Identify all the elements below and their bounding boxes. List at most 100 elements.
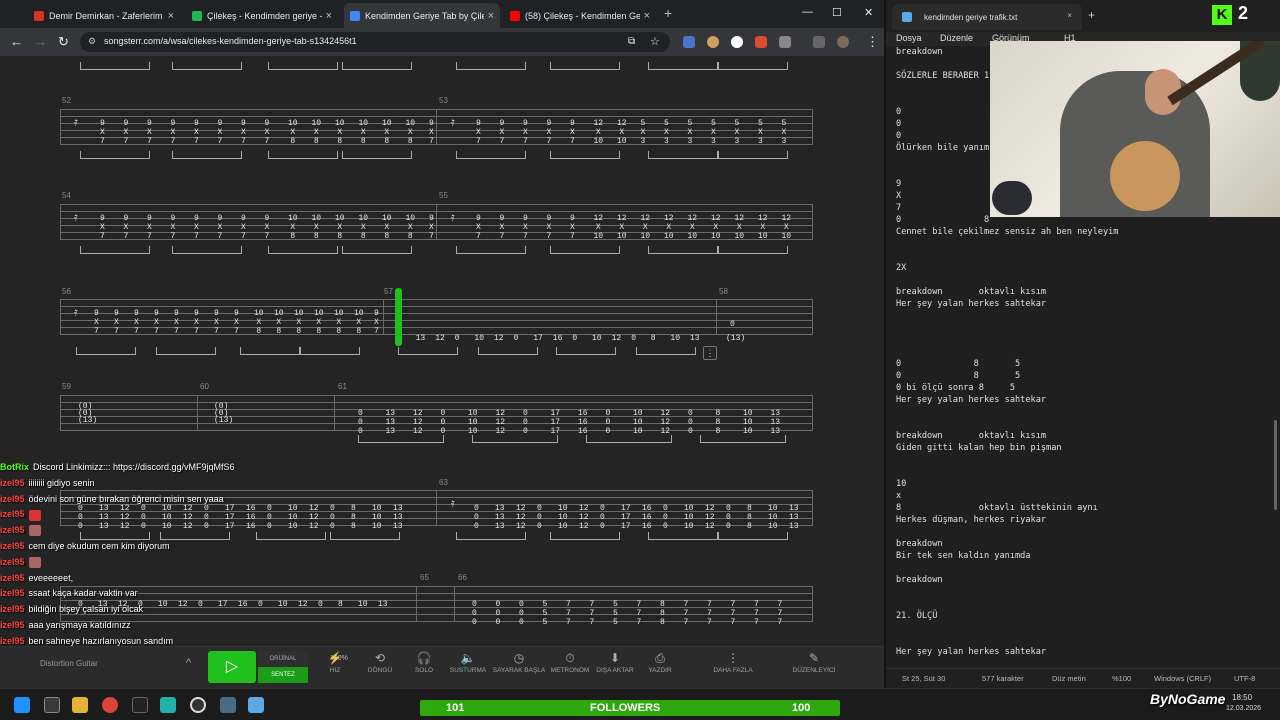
chord-column[interactable]: 777 xyxy=(754,600,759,627)
chord-column[interactable]: 9X7 xyxy=(547,119,552,146)
chord-column[interactable]: 000 xyxy=(519,600,524,627)
zoom-level[interactable]: %100 xyxy=(1112,674,1131,683)
chord-column[interactable]: 9X7 xyxy=(154,309,159,336)
chat-username[interactable]: izel95 xyxy=(0,541,25,551)
chord-column[interactable]: 888 xyxy=(660,600,665,627)
profile-avatar[interactable] xyxy=(837,36,849,48)
instrument-selector[interactable]: Distortion Guitar xyxy=(40,659,98,668)
chord-column[interactable]: 12 X 10 xyxy=(641,214,651,241)
chord-column[interactable]: 9X7 xyxy=(476,119,481,146)
chord-column[interactable]: 10 X 8 xyxy=(314,309,324,336)
chord-column[interactable]: 9X7 xyxy=(570,119,575,146)
chord-column[interactable]: 9X7 xyxy=(174,309,179,336)
synth-option[interactable]: SENTEZ xyxy=(258,667,308,683)
chord-column[interactable]: 12 X 10 xyxy=(758,214,768,241)
chord-column[interactable]: 9X7 xyxy=(147,119,152,146)
chord-column[interactable]: 777 xyxy=(566,600,571,627)
chord-column[interactable]: 8 xyxy=(651,334,656,343)
chord-column[interactable]: 9X7 xyxy=(94,309,99,336)
play-button[interactable]: ▷ xyxy=(208,651,256,683)
chord-column[interactable]: 10 10 10 xyxy=(372,504,382,531)
chord-column[interactable]: 12 X 10 xyxy=(594,119,604,146)
chord-column[interactable]: 9X7 xyxy=(171,119,176,146)
chord-column[interactable]: 000 xyxy=(726,504,731,531)
chord-column[interactable]: 000 xyxy=(358,409,363,436)
chord-column[interactable]: 12 xyxy=(494,334,504,343)
chord-column[interactable]: 9X7 xyxy=(194,119,199,146)
chord-column[interactable]: 777 xyxy=(590,600,595,627)
chord-column[interactable]: 12 X 10 xyxy=(711,214,721,241)
chord-column[interactable]: 9X7 xyxy=(100,119,105,146)
chat-username[interactable]: izel95 xyxy=(0,478,25,488)
browser-tab-3[interactable]: Kendimden Geriye Tab by Çilek × xyxy=(344,3,500,28)
chord-column[interactable]: 10 X 8 xyxy=(359,119,369,146)
chevron-up-icon[interactable]: ^ xyxy=(186,657,191,669)
extension-cookie-icon[interactable] xyxy=(707,36,719,48)
chord-column[interactable]: 13 xyxy=(690,334,700,343)
chord-column[interactable]: 12 12 12 xyxy=(413,409,423,436)
chord-column[interactable]: 5X3 xyxy=(688,119,693,146)
chord-column[interactable]: 12 X 10 xyxy=(594,214,604,241)
chord-column[interactable]: 10 10 10 xyxy=(743,409,753,436)
chord-column[interactable]: 5X3 xyxy=(664,119,669,146)
chord-column[interactable]: 9X7 xyxy=(100,214,105,241)
browser-tab-1[interactable]: Demir Demirkan - Zaferlerim - × xyxy=(28,3,180,28)
browser-tab-4[interactable]: (58) Çilekeş - Kendimden Geriy × xyxy=(504,3,656,28)
file-explorer-icon[interactable] xyxy=(72,697,88,713)
tool-editor-button[interactable]: ✎ DÜZENLEYİCİ xyxy=(784,651,844,674)
chord-column[interactable]: 10 X 8 xyxy=(406,119,416,146)
chord-column[interactable]: 000 xyxy=(441,409,446,436)
chord-column[interactable]: 16 xyxy=(553,334,563,343)
chord-column[interactable]: 9X7 xyxy=(429,119,434,146)
chord-column[interactable]: 777 xyxy=(778,600,783,627)
chord-column[interactable]: 12 X 10 xyxy=(617,119,627,146)
media-control-icon[interactable] xyxy=(813,36,825,48)
chord-column[interactable]: 10 X 8 xyxy=(294,309,304,336)
chord-column[interactable]: 9X7 xyxy=(124,119,129,146)
app-icon[interactable] xyxy=(160,697,176,713)
chord-column[interactable]: (13) xyxy=(78,416,97,425)
chord-column[interactable]: 13 xyxy=(416,334,426,343)
browser-tab-2[interactable]: Çilekeş - Kendimden geriye - A × xyxy=(186,3,338,28)
chord-column[interactable]: 10 X 8 xyxy=(335,214,345,241)
chord-column[interactable]: 10 xyxy=(592,334,602,343)
chord-column[interactable]: 12 12 12 xyxy=(309,504,319,531)
chord-column[interactable]: 10 10 10 xyxy=(633,409,643,436)
chord-column[interactable]: 000 xyxy=(496,600,501,627)
audio-source-toggle[interactable]: ORİJİNAL SENTEZ xyxy=(258,651,308,683)
chord-column[interactable]: 10 xyxy=(670,334,680,343)
chord-column[interactable]: 13 13 13 xyxy=(771,409,781,436)
chord-column[interactable]: 17 17 17 xyxy=(621,504,631,531)
notepad-tab[interactable]: kendimden geriye trafik.txt × xyxy=(892,4,1082,30)
chat-username[interactable]: izel95 xyxy=(0,494,25,504)
chord-column[interactable]: 9X7 xyxy=(218,214,223,241)
chord-column[interactable]: 9X7 xyxy=(374,309,379,336)
reload-icon[interactable]: ↻ xyxy=(58,34,69,50)
close-tab-icon[interactable]: × xyxy=(1067,11,1072,20)
chord-column[interactable]: 777 xyxy=(637,600,642,627)
chord-column[interactable]: 9X7 xyxy=(570,214,575,241)
chord-column[interactable]: 9X7 xyxy=(171,214,176,241)
chord-column[interactable]: 12 X 10 xyxy=(735,214,745,241)
tool-more-button[interactable]: ⋮ DAHA FAZLA xyxy=(703,651,763,674)
chat-username[interactable]: izel95 xyxy=(0,604,25,614)
chord-column[interactable]: 13 13 13 xyxy=(386,409,396,436)
chord-column[interactable]: 10 X 8 xyxy=(406,214,416,241)
chord-column[interactable]: 10 X 8 xyxy=(382,119,392,146)
chord-column[interactable]: 000 xyxy=(474,504,479,531)
chord-column[interactable]: 9X7 xyxy=(500,119,505,146)
tool-print-button[interactable]: ⎙ YAZDIR xyxy=(630,651,690,674)
chord-column[interactable]: 000 xyxy=(472,600,477,627)
forward-icon[interactable]: → xyxy=(34,34,47,49)
start-icon[interactable] xyxy=(14,697,30,713)
chord-column[interactable]: 10 xyxy=(474,334,484,343)
chord-column[interactable]: 9X7 xyxy=(523,214,528,241)
chord-column[interactable]: 9X7 xyxy=(265,119,270,146)
chord-column[interactable]: 10 xyxy=(358,600,368,609)
chord-column[interactable]: 12 X 10 xyxy=(664,214,674,241)
chord-column[interactable]: 10 10 10 xyxy=(468,409,478,436)
chord-column[interactable]: 9X7 xyxy=(218,119,223,146)
close-tab-icon[interactable]: × xyxy=(326,10,332,22)
minimize-icon[interactable]: — xyxy=(802,6,813,18)
chord-column[interactable]: 9X7 xyxy=(214,309,219,336)
